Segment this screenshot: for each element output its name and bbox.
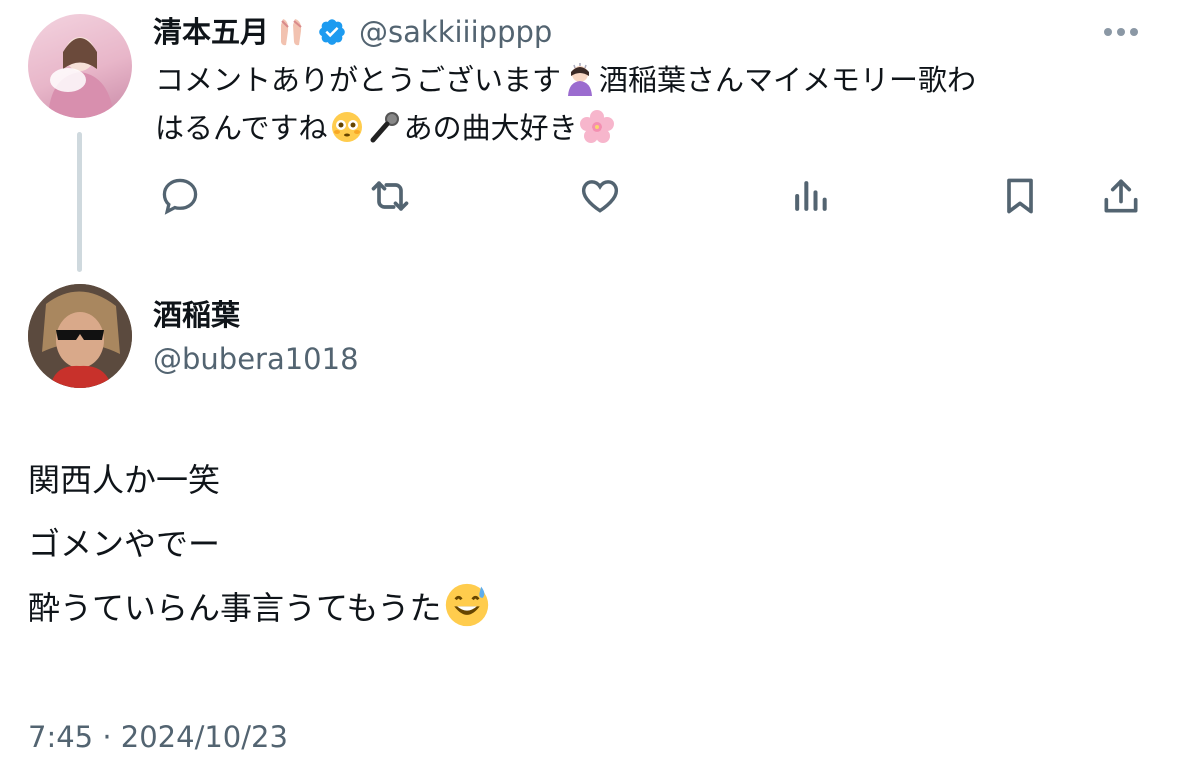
share-icon [1104, 179, 1138, 213]
handle[interactable]: @sakkiiipppp [359, 15, 552, 49]
flushed-face-icon [328, 111, 366, 145]
avatar-kiyomoto[interactable] [28, 14, 132, 118]
like-button[interactable] [576, 172, 624, 220]
reply-button[interactable] [156, 172, 204, 220]
main-text-line3: 酔うていらん事言うてもうた [28, 576, 493, 640]
timestamp[interactable]: 7:45 · 2024/10/23 [28, 720, 288, 754]
analytics-icon [795, 181, 827, 211]
reply-text-line1: コメントありがとうございます 酒稲葉さんマイメモリー歌わ [155, 63, 977, 97]
reply-text-line2: はるんですね あの曲大好き [155, 104, 1145, 152]
main-text-line2: ゴメンやでー [28, 525, 221, 563]
main-tweet-text: 関西人か一笑 ゴメンやでー 酔うていらん事言うてもうた [28, 448, 493, 640]
comment-icon [162, 178, 198, 215]
bookmark-button[interactable] [996, 172, 1044, 220]
avatar-sakainaba[interactable] [28, 284, 132, 388]
main-text-line1: 関西人か一笑 [28, 461, 221, 499]
thread-line [77, 132, 82, 272]
display-name[interactable]: 清本五月 [153, 15, 269, 49]
main-display-name[interactable]: 酒稲葉 [153, 298, 240, 332]
cherry-blossom-icon [578, 110, 616, 145]
grinning-sweat-icon [441, 583, 493, 627]
reply-text: コメントありがとうございます 酒稲葉さんマイメモリー歌わ はるんですね あの曲大好き [155, 56, 1145, 152]
retweet-icon [371, 181, 409, 211]
reply-header: 清本五月 @sakkiiipppp [153, 12, 552, 52]
more-options-icon[interactable] [1104, 26, 1144, 38]
views-button[interactable] [786, 172, 834, 220]
main-handle[interactable]: @bubera1018 [153, 342, 359, 376]
verified-badge-icon [317, 17, 347, 47]
share-button[interactable] [1097, 172, 1145, 220]
bookmark-icon [1007, 178, 1033, 214]
microphone-icon [366, 111, 404, 145]
retweet-button[interactable] [366, 172, 414, 220]
woman-bowing-icon [561, 63, 599, 97]
heart-icon [581, 180, 619, 213]
ballet-shoes-icon [273, 15, 311, 49]
